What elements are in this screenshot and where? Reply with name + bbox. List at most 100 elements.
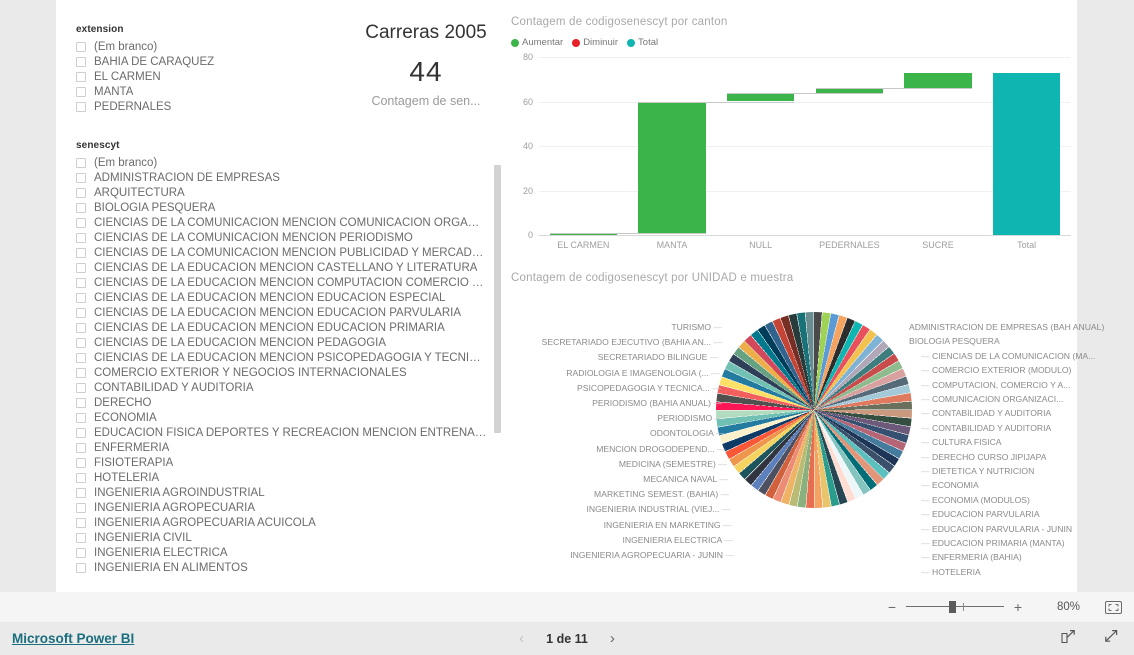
list-item[interactable]: CIENCIAS DE LA EDUCACION MENCION CASTELL… — [76, 260, 487, 275]
checkbox-icon[interactable] — [76, 262, 86, 273]
bar[interactable] — [904, 72, 972, 89]
checkbox-icon[interactable] — [76, 487, 86, 498]
list-item[interactable]: CIENCIAS DE LA EDUCACION MENCION COMPUTA… — [76, 275, 487, 290]
legend-swatch — [511, 38, 519, 47]
list-item[interactable]: BIOLOGIA PESQUERA — [76, 200, 487, 215]
legend-item[interactable]: Total — [627, 37, 658, 48]
scrollbar-thumb[interactable] — [494, 165, 501, 433]
waterfall-legend[interactable]: Aumentar Diminuir Total — [511, 37, 1071, 48]
zoom-control[interactable]: − + 80% — [885, 600, 1122, 614]
checkbox-icon[interactable] — [76, 457, 86, 468]
list-item[interactable]: (Em branco) — [76, 155, 487, 170]
list-item[interactable]: ARQUITECTURA — [76, 185, 487, 200]
checkbox-icon[interactable] — [76, 367, 86, 378]
list-item[interactable]: INGENIERIA ELECTRICA — [76, 545, 487, 560]
legend-item[interactable]: Aumentar — [511, 37, 563, 48]
zoom-slider-thumb[interactable] — [949, 601, 956, 613]
checkbox-icon[interactable] — [76, 517, 86, 528]
zoom-slider[interactable] — [906, 600, 1004, 614]
checkbox-icon[interactable] — [76, 41, 86, 52]
checkbox-icon[interactable] — [76, 202, 86, 213]
list-item[interactable]: CIENCIAS DE LA EDUCACION MENCION PEDAGOG… — [76, 335, 487, 350]
chevron-left-icon[interactable]: ‹ — [519, 630, 524, 647]
checkbox-icon[interactable] — [76, 101, 86, 112]
checkbox-icon[interactable] — [76, 292, 86, 303]
waterfall-column[interactable]: NULL — [716, 57, 805, 250]
checkbox-icon[interactable] — [76, 217, 86, 228]
checkbox-icon[interactable] — [76, 157, 86, 168]
waterfall-plot-area[interactable]: 0 20 40 60 80 EL CARMEN MANTA NULL PEDERNALES SU… — [511, 52, 1071, 250]
list-item[interactable]: INGENIERIA EN ALIMENTOS — [76, 560, 487, 575]
list-item[interactable]: DERECHO — [76, 395, 487, 410]
zoom-in-button[interactable]: + — [1011, 600, 1025, 614]
list-item[interactable]: CIENCIAS DE LA EDUCACION MENCION EDUCACI… — [76, 305, 487, 320]
waterfall-column[interactable]: Total — [982, 57, 1071, 250]
checkbox-icon[interactable] — [76, 352, 86, 363]
checkbox-icon[interactable] — [76, 277, 86, 288]
waterfall-bars[interactable]: EL CARMEN MANTA NULL PEDERNALES SUCRE Total — [539, 57, 1071, 250]
pie-chart[interactable]: Contagem de codigosenescyt por UNIDAD e … — [511, 272, 1104, 582]
checkbox-icon[interactable] — [76, 547, 86, 558]
list-item[interactable]: FISIOTERAPIA — [76, 455, 487, 470]
fit-to-page-icon[interactable] — [1105, 600, 1122, 614]
legend-item[interactable]: Diminuir — [572, 37, 618, 48]
waterfall-column[interactable]: SUCRE — [894, 57, 983, 250]
checkbox-icon[interactable] — [76, 502, 86, 513]
list-item[interactable]: COMERCIO EXTERIOR Y NEGOCIOS INTERNACION… — [76, 365, 487, 380]
checkbox-icon[interactable] — [76, 322, 86, 333]
checkbox-icon[interactable] — [76, 232, 86, 243]
checkbox-icon[interactable] — [76, 172, 86, 183]
list-item[interactable]: ECONOMIA — [76, 410, 487, 425]
list-item[interactable]: CONTABILIDAD Y AUDITORIA — [76, 380, 487, 395]
checkbox-icon[interactable] — [76, 442, 86, 453]
waterfall-column[interactable]: PEDERNALES — [805, 57, 894, 250]
slicer-senescyt[interactable]: senescyt (Em branco) ADMINISTRACION DE EM… — [76, 140, 501, 587]
list-item[interactable]: INGENIERIA CIVIL — [76, 530, 487, 545]
list-item[interactable]: INGENIERIA AGROPECUARIA ACUICOLA — [76, 515, 487, 530]
slicer-senescyt-scrollbar[interactable] — [494, 165, 501, 587]
list-item[interactable]: ENFERMERIA — [76, 440, 487, 455]
list-item[interactable]: CIENCIAS DE LA COMUNICACION MENCION COMU… — [76, 215, 487, 230]
checkbox-icon[interactable] — [76, 187, 86, 198]
pie-plot-area[interactable]: TURISMO — SECRETARIADO EJECUTIVO (BAHIA A… — [511, 292, 1104, 577]
checkbox-icon[interactable] — [76, 337, 86, 348]
pie-slice-label: — ENFERMERIA (BAHIA) — [921, 552, 1022, 563]
waterfall-column[interactable]: MANTA — [628, 57, 717, 250]
waterfall-chart[interactable]: Contagem de codigosenescyt por canton Au… — [511, 16, 1071, 256]
checkbox-icon[interactable] — [76, 427, 86, 438]
chevron-right-icon[interactable]: › — [610, 630, 615, 647]
checkbox-icon[interactable] — [76, 412, 86, 423]
list-item[interactable]: EDUCACION FISICA DEPORTES Y RECREACION M… — [76, 425, 487, 440]
checkbox-icon[interactable] — [76, 56, 86, 67]
bar[interactable] — [726, 92, 795, 102]
slicer-senescyt-list[interactable]: (Em branco) ADMINISTRACION DE EMPRESAS ARQ… — [76, 155, 501, 587]
list-item[interactable]: INGENIERIA AGROINDUSTRIAL — [76, 485, 487, 500]
bar[interactable] — [638, 101, 706, 233]
list-item[interactable]: ADMINISTRACION DE EMPRESAS — [76, 170, 487, 185]
list-item[interactable]: CIENCIAS DE LA EDUCACION MENCION EDUCACI… — [76, 290, 487, 305]
checkbox-icon[interactable] — [76, 307, 86, 318]
checkbox-icon[interactable] — [76, 562, 86, 573]
fullscreen-icon[interactable] — [1103, 628, 1120, 649]
share-icon[interactable] — [1060, 629, 1077, 649]
checkbox-icon[interactable] — [76, 397, 86, 408]
list-item[interactable]: CIENCIAS DE LA EDUCACION MENCION EDUCACI… — [76, 320, 487, 335]
waterfall-column[interactable]: EL CARMEN — [539, 57, 628, 250]
checkbox-icon[interactable] — [76, 86, 86, 97]
checkbox-icon[interactable] — [76, 472, 86, 483]
page-navigation[interactable]: ‹ 1 de 11 › — [0, 630, 1134, 647]
pie-slices[interactable] — [716, 312, 912, 508]
list-item[interactable]: CIENCIAS DE LA COMUNICACION MENCION PUBL… — [76, 245, 487, 260]
checkbox-icon[interactable] — [76, 71, 86, 82]
checkbox-icon[interactable] — [76, 247, 86, 258]
kpi-subtitle: Contagem de sen... — [371, 94, 481, 108]
list-item[interactable]: CIENCIAS DE LA COMUNICACION MENCION PERI… — [76, 230, 487, 245]
list-item-label: CIENCIAS DE LA COMUNICACION MENCION PUBL… — [94, 246, 487, 259]
checkbox-icon[interactable] — [76, 532, 86, 543]
checkbox-icon[interactable] — [76, 382, 86, 393]
zoom-out-button[interactable]: − — [885, 600, 899, 614]
list-item[interactable]: CIENCIAS DE LA EDUCACION MENCION PSICOPE… — [76, 350, 487, 365]
bar[interactable] — [992, 72, 1061, 235]
list-item[interactable]: HOTELERIA — [76, 470, 487, 485]
list-item[interactable]: INGENIERIA AGROPECUARIA — [76, 500, 487, 515]
